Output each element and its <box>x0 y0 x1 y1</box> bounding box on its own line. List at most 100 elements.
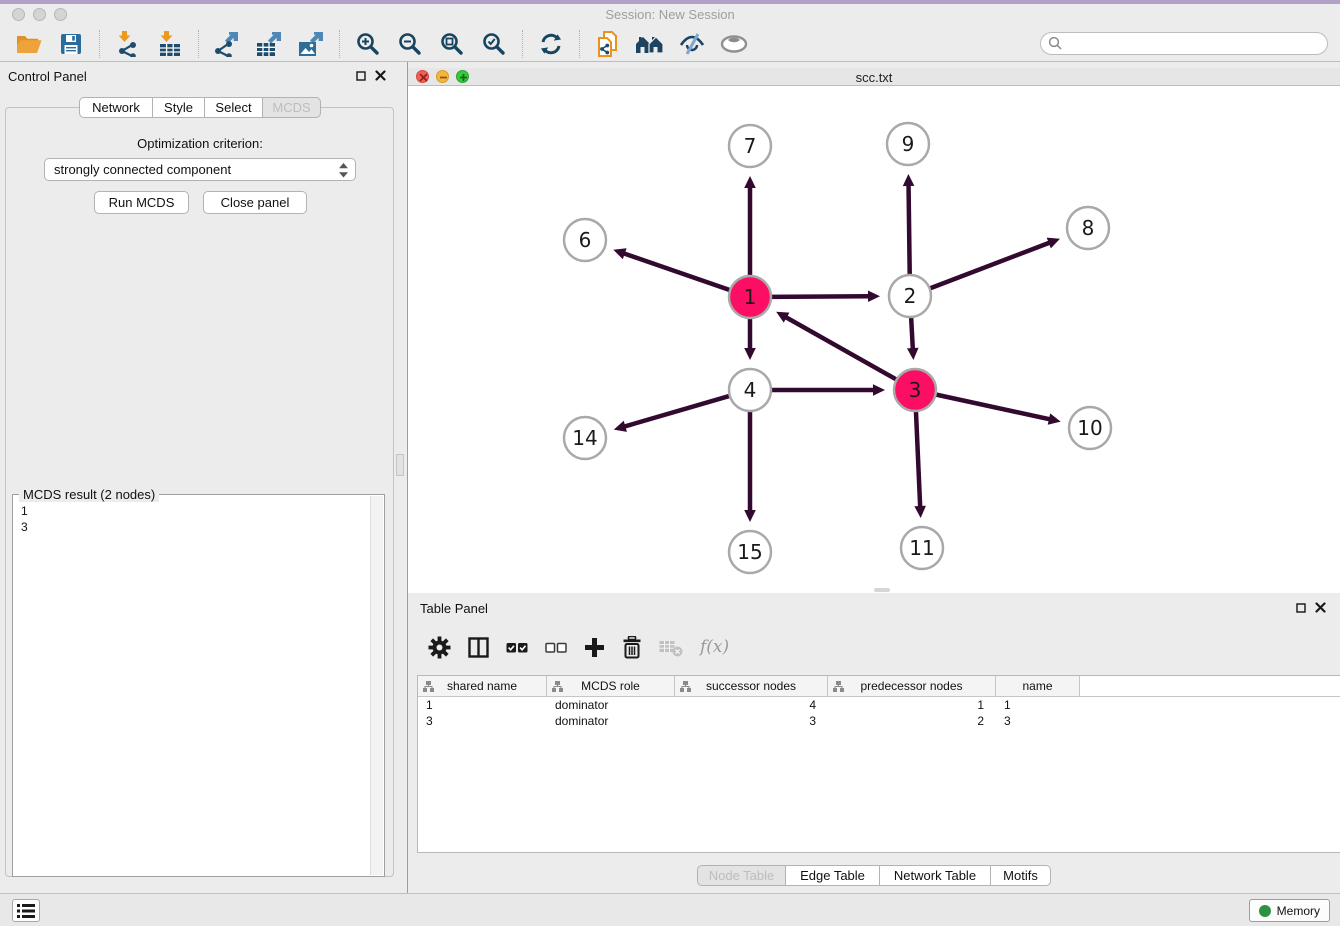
edge-3-11[interactable] <box>914 410 926 518</box>
node-label: 14 <box>572 426 597 450</box>
graph-node-9[interactable]: 9 <box>887 123 929 165</box>
divider-grip[interactable] <box>396 454 404 476</box>
export-network-button[interactable] <box>209 28 245 60</box>
column-header-successor-nodes[interactable]: successor nodes <box>675 676 828 696</box>
criterion-dropdown[interactable]: strongly connected component <box>44 158 356 181</box>
table-panel-title: Table Panel <box>420 601 488 616</box>
table-cell[interactable]: 3 <box>418 713 547 729</box>
table-cell[interactable]: 2 <box>828 713 996 729</box>
edge-2-9[interactable] <box>903 174 915 276</box>
graph-node-6[interactable]: 6 <box>564 219 606 261</box>
table-tab-node-table[interactable]: Node Table <box>697 865 786 886</box>
edge-1-4[interactable] <box>744 317 756 360</box>
graph-node-15[interactable]: 15 <box>729 531 771 573</box>
memory-button[interactable]: Memory <box>1249 899 1330 922</box>
zoom-out-button[interactable] <box>392 28 428 60</box>
column-header-shared-name[interactable]: shared name <box>418 676 547 696</box>
delete-column-button[interactable] <box>622 636 642 659</box>
graph-node-3[interactable]: 3 <box>894 369 936 411</box>
edge-4-14[interactable] <box>614 396 731 432</box>
houses-button[interactable] <box>632 28 668 60</box>
save-session-button[interactable] <box>53 28 89 60</box>
table-tab-edge-table[interactable]: Edge Table <box>785 865 880 886</box>
show-hidden-button[interactable] <box>716 28 752 60</box>
tab-style[interactable]: Style <box>152 97 205 118</box>
function-builder-button: f(x) <box>700 637 729 657</box>
search-input[interactable] <box>1063 33 1327 54</box>
edge-3-10[interactable] <box>935 394 1061 425</box>
clone-network-button[interactable] <box>590 28 626 60</box>
memory-status-dot <box>1259 905 1271 917</box>
close-panel-button[interactable]: Close panel <box>203 191 307 214</box>
node-label: 7 <box>744 134 757 158</box>
column-flow-icon <box>552 681 563 692</box>
select-all-rows-button[interactable] <box>506 640 528 655</box>
import-network-button[interactable] <box>110 28 146 60</box>
edge-1-7[interactable] <box>744 176 756 277</box>
task-history-button[interactable] <box>12 899 40 922</box>
float-table-panel-icon[interactable] <box>1296 603 1306 613</box>
deselect-all-rows-button[interactable] <box>545 640 567 655</box>
table-cell[interactable]: 3 <box>675 713 828 729</box>
node-label: 9 <box>902 132 915 156</box>
refresh-view-button[interactable] <box>533 28 569 60</box>
column-header-name[interactable]: name <box>996 676 1080 696</box>
zoom-selected-button[interactable] <box>476 28 512 60</box>
run-mcds-button[interactable]: Run MCDS <box>94 191 189 214</box>
table-cell[interactable]: 1 <box>996 697 1080 713</box>
search-field[interactable] <box>1040 32 1328 55</box>
edge-3-1[interactable] <box>776 312 897 380</box>
graph-node-8[interactable]: 8 <box>1067 207 1109 249</box>
import-table-icon <box>158 31 182 57</box>
table-cell[interactable]: 1 <box>418 697 547 713</box>
edge-1-2[interactable] <box>770 290 880 302</box>
hide-selected-button[interactable] <box>674 28 710 60</box>
table-tab-motifs[interactable]: Motifs <box>990 865 1051 886</box>
canvas-scroll-grip[interactable] <box>874 588 890 592</box>
edge-4-15[interactable] <box>744 410 756 522</box>
table-row[interactable]: 3dominator323 <box>418 713 1340 729</box>
edge-4-3[interactable] <box>770 384 885 396</box>
export-table-button[interactable] <box>251 28 287 60</box>
zoom-in-button[interactable] <box>350 28 386 60</box>
table-cell[interactable]: dominator <box>547 713 675 729</box>
graph-node-1[interactable]: 1 <box>729 276 771 318</box>
close-panel-icon[interactable] <box>375 70 386 81</box>
graph-node-7[interactable]: 7 <box>729 125 771 167</box>
graph-node-14[interactable]: 14 <box>564 417 606 459</box>
result-scrollbar[interactable] <box>370 496 383 875</box>
table-cell[interactable]: 3 <box>996 713 1080 729</box>
table-cell[interactable]: 1 <box>828 697 996 713</box>
edge-2-8[interactable] <box>929 238 1060 289</box>
delete-table-button <box>659 638 683 657</box>
open-session-button[interactable] <box>11 28 47 60</box>
table-cell[interactable]: 4 <box>675 697 828 713</box>
folder-open-icon <box>16 33 42 54</box>
create-column-button[interactable] <box>584 637 605 658</box>
column-header-predecessor-nodes[interactable]: predecessor nodes <box>828 676 996 696</box>
column-header-MCDS-role[interactable]: MCDS role <box>547 676 675 696</box>
graph-node-4[interactable]: 4 <box>729 369 771 411</box>
toolbar-separator <box>339 30 340 58</box>
tab-select[interactable]: Select <box>204 97 263 118</box>
mcds-result-list: 13 <box>13 497 370 876</box>
network-frame-titlebar[interactable]: scc.txt <box>408 68 1340 86</box>
table-tab-network-table[interactable]: Network Table <box>879 865 991 886</box>
close-table-panel-icon[interactable] <box>1315 602 1326 613</box>
graph-node-2[interactable]: 2 <box>889 275 931 317</box>
zoom-fit-button[interactable] <box>434 28 470 60</box>
export-image-button[interactable] <box>293 28 329 60</box>
tab-mcds[interactable]: MCDS <box>262 97 321 118</box>
import-table-button[interactable] <box>152 28 188 60</box>
graph-node-10[interactable]: 10 <box>1069 407 1111 449</box>
edge-1-6[interactable] <box>613 248 731 290</box>
table-cell[interactable]: dominator <box>547 697 675 713</box>
network-canvas[interactable]: 7 9 6 8 1 2 4 3 14 10 15 11 <box>408 86 1340 593</box>
table-row[interactable]: 1dominator411 <box>418 697 1340 713</box>
graph-node-11[interactable]: 11 <box>901 527 943 569</box>
table-settings-button[interactable] <box>428 636 451 659</box>
tab-network[interactable]: Network <box>79 97 153 118</box>
show-column-panel-button[interactable] <box>468 637 489 658</box>
float-panel-icon[interactable] <box>356 71 366 81</box>
edge-2-3[interactable] <box>907 316 919 360</box>
